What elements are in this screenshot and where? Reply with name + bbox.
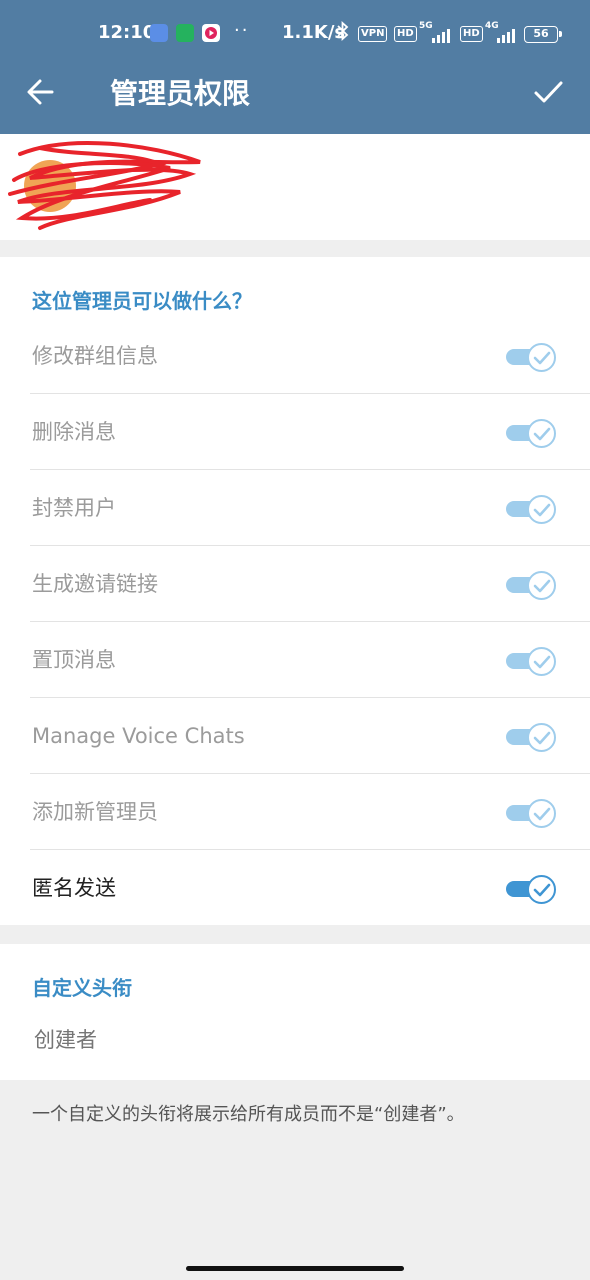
video-app-icon [202,24,220,42]
permission-label: 添加新管理员 [32,800,158,824]
custom-title-hint: 一个自定义的头衔将展示给所有成员而不是“创建者”。 [32,1104,465,1125]
vpn-badge: VPN [358,26,388,42]
permission-toggle [503,493,559,525]
app-bar: 管理员权限 [0,50,590,134]
signal-icon-2 [497,27,519,43]
permission-row: 置顶消息 [0,622,590,698]
permissions-section-title: 这位管理员可以做什么？ [32,289,252,313]
permission-label: Manage Voice Chats [32,724,245,748]
hd-badge-1: HD [394,26,417,42]
toggle-knob [527,495,556,524]
check-icon [533,351,551,365]
permission-row: 添加新管理员 [0,774,590,850]
home-indicator[interactable] [186,1266,404,1271]
page-title: 管理员权限 [110,77,251,110]
toggle-knob [527,723,556,752]
network-type-1: 5G [419,21,433,31]
permission-toggle [503,341,559,373]
check-icon [533,807,551,821]
battery-icon: 56 [524,26,562,43]
permission-row: 生成邀请链接 [0,546,590,622]
permissions-section: 这位管理员可以做什么？ 修改群组信息 删除消息封禁用户生成邀请链接 置顶消息 Mana… [0,257,590,925]
permission-label: 修改群组信息 [32,344,158,368]
admin-user-card[interactable] [0,134,590,240]
permission-label: 生成邀请链接 [32,572,158,596]
bluetooth-icon [336,20,350,47]
redaction-scribble [8,141,201,230]
signal-icon-1 [432,27,454,43]
hd-badge-2: HD [460,26,483,42]
shield-app-icon [176,24,194,42]
check-icon [533,503,551,517]
permission-row: 封禁用户 [0,470,590,546]
permission-label: 置顶消息 [32,648,116,672]
toggle-knob [527,875,556,904]
check-icon [533,883,551,897]
toggle-knob [527,419,556,448]
done-button[interactable] [524,68,572,116]
permission-toggle [503,797,559,829]
app-notification-icon [150,24,168,42]
status-time: 12:10 [98,22,156,43]
permission-label: 匿名发送 [32,876,116,900]
permission-toggle [503,721,559,753]
permission-label: 封禁用户 [32,496,116,520]
toggle-knob [527,799,556,828]
toggle-knob [527,343,556,372]
permission-row: 删除消息 [0,394,590,470]
permission-toggle[interactable] [503,873,559,905]
custom-title-section: 自定义头衔 [0,944,590,1080]
permission-label: 删除消息 [32,420,116,444]
custom-title-section-title: 自定义头衔 [32,976,132,1000]
toggle-knob [527,571,556,600]
arrow-left-icon [27,79,54,105]
check-icon [533,427,551,441]
check-icon [533,731,551,745]
permission-row[interactable]: 匿名发送 [0,850,590,926]
toggle-knob [527,647,556,676]
check-icon [533,655,551,669]
permission-toggle [503,645,559,677]
check-icon [534,81,563,103]
permission-row: Manage Voice Chats [0,698,590,774]
permission-row: 修改群组信息 [0,318,590,394]
custom-title-input[interactable] [34,1028,554,1052]
status-bar: 12:10 ·· 1.1K/s VPN HD 5G HD 4G 56 [0,0,590,50]
permission-toggle [503,417,559,449]
check-icon [533,579,551,593]
back-button[interactable] [16,68,64,116]
more-notifications-icon: ·· [234,20,250,41]
permission-toggle [503,569,559,601]
